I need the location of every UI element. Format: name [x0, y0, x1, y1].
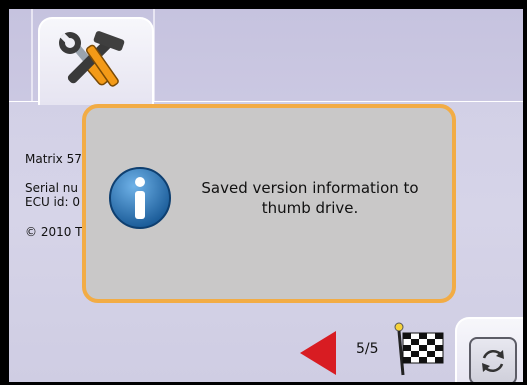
refresh-icon: [482, 349, 504, 373]
refresh-button[interactable]: [469, 337, 517, 382]
tools-icon: [59, 31, 125, 87]
ecu-id-text: ECU id: 0: [25, 195, 81, 209]
checkered-flag-icon[interactable]: [393, 321, 445, 377]
tab-tools[interactable]: [38, 17, 154, 105]
serial-number-text: Serial nu: [25, 181, 78, 195]
info-icon: [109, 167, 171, 229]
back-arrow-icon[interactable]: [298, 329, 338, 377]
page-indicator: 5/5: [356, 341, 379, 357]
tab-strip: [9, 9, 523, 105]
dialog-message: Saved version information to thumb drive…: [201, 179, 419, 217]
main-panel: Matrix 57 Serial nu ECU id: 0 © 2010 T S…: [9, 9, 523, 382]
side-tab: [455, 317, 523, 382]
screen: Matrix 57 Serial nu ECU id: 0 © 2010 T S…: [0, 0, 527, 385]
message-dialog[interactable]: Saved version information to thumb drive…: [82, 104, 456, 303]
copyright-text: © 2010 T: [25, 225, 83, 239]
model-text: Matrix 57: [25, 152, 82, 166]
